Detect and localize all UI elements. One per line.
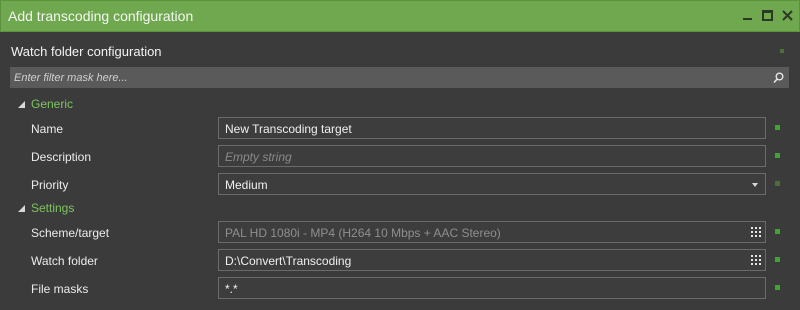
config-header-label: Watch folder configuration xyxy=(11,44,162,59)
file-masks-value: *.* xyxy=(225,282,238,296)
close-icon[interactable] xyxy=(782,10,793,21)
status-indicator xyxy=(775,125,780,130)
minimize-icon[interactable] xyxy=(742,10,753,21)
property-label: Name xyxy=(31,122,64,136)
collapse-triangle-icon[interactable] xyxy=(18,205,25,212)
window-title: Add transcoding configuration xyxy=(8,8,194,24)
property-label: Priority xyxy=(31,178,69,192)
property-label: File masks xyxy=(31,282,89,296)
chevron-down-icon[interactable] xyxy=(752,183,758,187)
dialog-window: Add transcoding configuration Watch fold… xyxy=(0,0,800,310)
watch-folder-value: D:\Convert\Transcoding xyxy=(225,254,352,268)
status-indicator xyxy=(775,181,780,186)
maximize-icon[interactable] xyxy=(762,10,773,21)
section-settings[interactable]: Settings xyxy=(18,200,74,216)
property-label: Scheme/target xyxy=(31,226,110,240)
section-title: Generic xyxy=(31,97,74,111)
header-status-indicator xyxy=(780,49,784,53)
property-row-file-masks: File masks *.* xyxy=(0,276,800,302)
section-generic[interactable]: Generic xyxy=(18,96,73,112)
property-row-priority: Priority Medium xyxy=(0,172,800,198)
picker-grid-icon[interactable] xyxy=(751,227,761,237)
scheme-target-field[interactable]: PAL HD 1080i - MP4 (H264 10 Mbps + AAC S… xyxy=(218,221,766,243)
property-row-scheme-target: Scheme/target PAL HD 1080i - MP4 (H264 1… xyxy=(0,220,800,246)
title-bar[interactable]: Add transcoding configuration xyxy=(0,0,800,32)
property-row-watch-folder: Watch folder D:\Convert\Transcoding xyxy=(0,248,800,274)
status-indicator xyxy=(775,285,780,290)
filter-bar xyxy=(10,67,789,88)
filter-input[interactable] xyxy=(10,67,764,88)
priority-select[interactable]: Medium xyxy=(218,173,766,195)
status-indicator xyxy=(775,153,780,158)
collapse-triangle-icon[interactable] xyxy=(18,101,25,108)
name-value: New Transcoding target xyxy=(225,122,352,136)
scheme-target-value: PAL HD 1080i - MP4 (H264 10 Mbps + AAC S… xyxy=(225,226,501,240)
description-placeholder: Empty string xyxy=(225,150,292,164)
property-row-description: Description Empty string xyxy=(0,144,800,170)
watch-folder-field[interactable]: D:\Convert\Transcoding xyxy=(218,249,766,271)
name-input[interactable]: New Transcoding target xyxy=(218,117,766,139)
property-label: Description xyxy=(31,150,92,164)
section-title: Settings xyxy=(31,201,75,215)
status-indicator xyxy=(775,229,780,234)
priority-value: Medium xyxy=(225,178,268,192)
search-icon[interactable] xyxy=(773,71,784,89)
property-row-name: Name New Transcoding target xyxy=(0,116,800,142)
config-header: Watch folder configuration xyxy=(0,31,800,63)
window-controls xyxy=(742,10,793,21)
description-input[interactable]: Empty string xyxy=(218,145,766,167)
picker-grid-icon[interactable] xyxy=(751,255,761,265)
property-label: Watch folder xyxy=(31,254,98,268)
status-indicator xyxy=(775,257,780,262)
file-masks-input[interactable]: *.* xyxy=(218,277,766,299)
